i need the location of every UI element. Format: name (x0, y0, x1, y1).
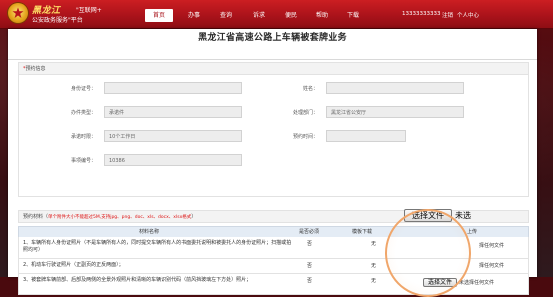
material-template: 无 (371, 278, 377, 284)
choose-file-button-zoomed[interactable]: 选择文件 (404, 209, 452, 222)
table-row: 1、车辆所有人身份证照片（不是车辆所有人的，同时提交车辆所有人的书面委托说明和被… (18, 237, 529, 259)
nav-query[interactable]: 查询 (215, 10, 237, 22)
material-name: 2、机动车行驶证照片（正副页的正反两面）； (23, 262, 124, 268)
case-number-label: 事项编号： (70, 158, 96, 164)
column-template: 模板下载 (352, 229, 373, 235)
materials-section-close: ） (191, 214, 197, 220)
column-upload: 上传 (467, 229, 478, 235)
title-divider (8, 59, 537, 60)
file-status: 择任何文件 (479, 263, 505, 269)
logo-subtitle: 公安政务服务"平台 (32, 17, 83, 24)
material-name: 1、车辆所有人身份证照片（不是车辆所有人的，同时提交车辆所有人的书面委托说明和被… (23, 240, 292, 253)
material-required: 否 (307, 278, 313, 284)
case-number-field[interactable]: 10386 (104, 154, 242, 166)
appointment-time-field[interactable] (326, 130, 406, 142)
file-status: 未选择任何文件 (459, 280, 495, 286)
file-status: 择任何文件 (479, 243, 505, 249)
material-template: 无 (371, 241, 377, 247)
file-status-zoomed: 未选 (455, 211, 471, 220)
materials-section-header: 预约材料（单个附件大小不能超过5M,支持jpg、png、doc、xls、docx… (18, 210, 529, 223)
department-label: 处理部门： (292, 110, 318, 116)
commit-time-field[interactable]: 10个工作日 (104, 130, 242, 142)
commit-time-label: 承诺时限： (70, 134, 96, 140)
department-field[interactable]: 黑龙江省公安厅 (326, 106, 464, 118)
appointment-time-label: 预约时间： (292, 134, 318, 140)
logo-highlight-text: "互联网+ (76, 7, 102, 14)
top-navigation-bar: 黑龙江 "互联网+ 公安政务服务"平台 首页 办事 查询 诉求 便民 帮助 下载… (0, 0, 553, 29)
handle-type-field[interactable]: 承诺件 (104, 106, 242, 118)
nav-services[interactable]: 办事 (183, 10, 205, 22)
appointment-section-label: 预约信息 (25, 66, 46, 72)
page-title: 黑龙江省高速公路上车辆被套牌业务 (198, 33, 347, 43)
user-phone: 13333333333 (402, 11, 441, 17)
materials-section-label: 预约材料（ (23, 214, 49, 220)
choose-file-button[interactable]: 选择文件 (423, 278, 457, 287)
handle-type-label: 办件类型： (70, 110, 96, 116)
police-emblem-icon[interactable] (8, 3, 28, 23)
material-template: 无 (371, 263, 377, 269)
logout-link[interactable]: 注销 (442, 11, 453, 19)
name-label: 姓名： (302, 86, 318, 92)
id-card-field[interactable] (104, 82, 242, 94)
materials-format-note: 单个附件大小不能超过5M,支持jpg、png、doc、xls、docx、xlsx… (48, 215, 192, 220)
main-panel: 黑龙江省高速公路上车辆被套牌业务 *预约信息 身份证号： 姓名： 办件类型： 承… (8, 29, 537, 297)
name-field[interactable] (326, 82, 464, 94)
nav-help[interactable]: 帮助 (311, 10, 333, 22)
nav-convenience[interactable]: 便民 (280, 10, 302, 22)
material-required: 否 (307, 263, 313, 269)
table-row: 2、机动车行驶证照片（正副页的正反两面）； 否 无 择任何文件 (18, 259, 529, 274)
nav-home[interactable]: 首页 (145, 9, 173, 22)
nav-appeal[interactable]: 诉求 (248, 10, 270, 22)
id-card-label: 身份证号： (70, 86, 96, 92)
appointment-section-title: *预约信息 (23, 65, 46, 72)
materials-section-title: 预约材料（单个附件大小不能超过5M,支持jpg、png、doc、xls、docx… (23, 213, 196, 220)
material-required: 否 (307, 241, 313, 247)
personal-center-link[interactable]: 个人中心 (457, 11, 479, 19)
table-row: 3、被套牌车辆前部、后部及两侧的全景外观照片和清晰的车辆识别代码（前风挡玻璃左下… (18, 274, 529, 295)
column-material-name: 材料名称 (139, 229, 160, 235)
column-required: 是否必须 (299, 229, 320, 235)
nav-download[interactable]: 下载 (342, 10, 364, 22)
material-name: 3、被套牌车辆前部、后部及两侧的全景外观照片和清晰的车辆识别代码（前风挡玻璃左下… (23, 277, 252, 283)
